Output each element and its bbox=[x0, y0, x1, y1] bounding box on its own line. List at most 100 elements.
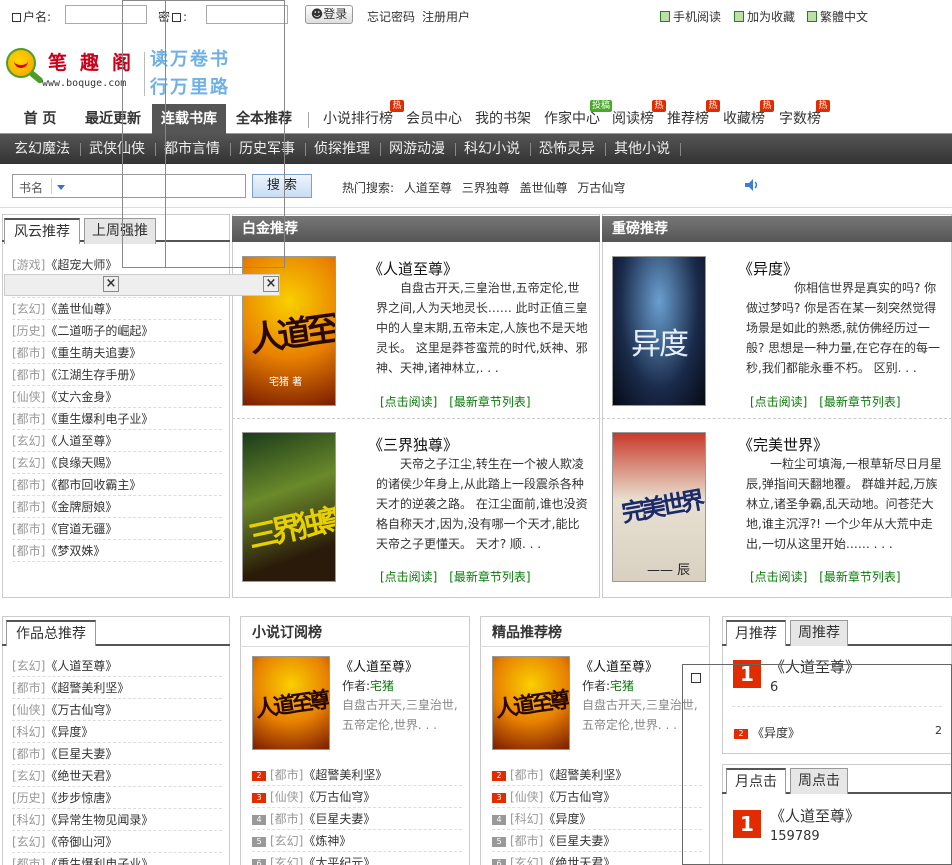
book-title[interactable]: 《异度》 bbox=[45, 725, 93, 739]
read-link[interactable]: [点击阅读] bbox=[380, 395, 437, 409]
book-title[interactable]: 《完美世界》 bbox=[738, 434, 828, 455]
book-title[interactable]: 《重生萌夫追妻》 bbox=[45, 346, 141, 360]
cat-zhentan[interactable]: 侦探推理 bbox=[314, 134, 370, 164]
register-link[interactable]: 注册用户 bbox=[422, 8, 470, 25]
list-item[interactable]: [历史]《步步惊唐》 bbox=[12, 787, 222, 809]
book-title[interactable]: 《重生爆利电子业》 bbox=[45, 412, 153, 426]
nav-member[interactable]: 会员中心 bbox=[404, 104, 464, 134]
book-title[interactable]: 《江湖生存手册》 bbox=[45, 368, 141, 382]
book-title[interactable]: 《巨星夫妻》 bbox=[45, 747, 117, 761]
nav-favorite-rank[interactable]: 收藏榜热 bbox=[720, 100, 774, 134]
book-title[interactable]: 《万古仙穹》 bbox=[543, 790, 615, 804]
hot-search-link[interactable]: 人道至尊 bbox=[404, 181, 452, 195]
book-title[interactable]: 《都市回收霸主》 bbox=[45, 478, 141, 492]
read-link[interactable]: [点击阅读] bbox=[380, 570, 437, 584]
forgot-password-link[interactable]: 忘记密码 bbox=[367, 8, 415, 25]
cat-qita[interactable]: 其他小说 bbox=[614, 134, 670, 164]
cat-kongbu[interactable]: 恐怖灵异 bbox=[539, 134, 595, 164]
book-title[interactable]: 《二道呖子的崛起》 bbox=[45, 324, 153, 338]
list-item[interactable]: 6 [玄幻]《太平纪元》 bbox=[252, 852, 462, 865]
book-title[interactable]: 《帝御山河》 bbox=[45, 835, 117, 849]
book-title[interactable]: 《巨星夫妻》 bbox=[543, 834, 615, 848]
chapter-list-link[interactable]: [最新章节列表] bbox=[819, 570, 900, 584]
book-title[interactable]: 《丈六金身》 bbox=[45, 390, 117, 404]
close-icon[interactable]: × bbox=[263, 276, 279, 292]
book-cover[interactable]: 完美世界 —— 辰 东 bbox=[612, 432, 706, 582]
book-cover[interactable]: 异度 bbox=[612, 256, 706, 406]
list-item[interactable]: [都市]《超警美利坚》 bbox=[12, 677, 222, 699]
list-item[interactable]: [玄幻]《盖世仙尊》 bbox=[12, 298, 222, 320]
login-button[interactable]: ☻登录 bbox=[305, 5, 353, 24]
list-item[interactable]: 5 [都市]《巨星夫妻》 bbox=[492, 830, 702, 852]
nav-read-rank[interactable]: 阅读榜热 bbox=[610, 100, 666, 134]
list-item[interactable]: [都市]《重生爆利电子业》 bbox=[12, 853, 222, 865]
book-title[interactable]: 《人道至尊》 bbox=[45, 659, 117, 673]
book-title[interactable]: 《人道至尊》 bbox=[368, 258, 458, 279]
hot-search-link[interactable]: 盖世仙尊 bbox=[520, 181, 568, 195]
list-item[interactable]: 3 [仙侠]《万古仙穹》 bbox=[252, 786, 462, 808]
cat-kehuan[interactable]: 科幻小说 bbox=[464, 134, 520, 164]
book-title[interactable]: 《异度》 bbox=[543, 812, 591, 826]
tab-fengyun[interactable]: 风云推荐 bbox=[4, 218, 80, 244]
list-item[interactable]: [仙侠]《丈六金身》 bbox=[12, 386, 222, 408]
chapter-list-link[interactable]: [最新章节列表] bbox=[819, 395, 900, 409]
read-link[interactable]: [点击阅读] bbox=[750, 570, 807, 584]
hot-search-link[interactable]: 万古仙穹 bbox=[577, 181, 625, 195]
list-item[interactable]: [都市]《金牌厨娘》 bbox=[12, 496, 222, 518]
book-title[interactable]: 《太平纪元》 bbox=[303, 856, 375, 865]
list-item[interactable]: [都市]《官道无疆》 bbox=[12, 518, 222, 540]
list-item[interactable]: 6 [玄幻]《绝世天君》 bbox=[492, 852, 702, 865]
book-title[interactable]: 《万古仙穹》 bbox=[45, 703, 117, 717]
list-item[interactable]: 5 [玄幻]《炼神》 bbox=[252, 830, 462, 852]
chevron-down-icon[interactable] bbox=[57, 185, 65, 190]
book-title[interactable]: 《官道无疆》 bbox=[45, 522, 117, 536]
tab-works[interactable]: 作品总推荐 bbox=[6, 620, 96, 646]
list-item[interactable]: [玄幻]《良缘天赐》 bbox=[12, 452, 222, 474]
nav-bookshelf[interactable]: 我的书架 bbox=[472, 104, 534, 134]
cat-wangyou[interactable]: 网游动漫 bbox=[389, 134, 445, 164]
chapter-list-link[interactable]: [最新章节列表] bbox=[449, 570, 530, 584]
nav-rank[interactable]: 小说排行榜热 bbox=[320, 100, 404, 134]
speaker-icon[interactable] bbox=[744, 178, 760, 192]
book-title[interactable]: 《异常生物见闻录》 bbox=[45, 813, 153, 827]
list-item[interactable]: [都市]《巨星夫妻》 bbox=[12, 743, 222, 765]
list-item[interactable]: [历史]《二道呖子的崛起》 bbox=[12, 320, 222, 342]
book-cover[interactable]: 三界独尊 bbox=[242, 432, 336, 582]
chapter-list-link[interactable]: [最新章节列表] bbox=[449, 395, 530, 409]
mobile-read-link[interactable]: 手机阅读 bbox=[660, 8, 721, 25]
book-title[interactable]: 《人道至尊》 bbox=[580, 656, 658, 675]
book-title[interactable]: 《异度》 bbox=[738, 258, 798, 279]
list-item[interactable]: [玄幻]《绝世天君》 bbox=[12, 765, 222, 787]
read-link[interactable]: [点击阅读] bbox=[750, 395, 807, 409]
book-title[interactable]: 《人道至尊》 bbox=[340, 656, 418, 675]
list-item[interactable]: 3 [仙侠]《万古仙穹》 bbox=[492, 786, 702, 808]
list-item[interactable]: [都市]《重生爆利电子业》 bbox=[12, 408, 222, 430]
list-item[interactable]: 2 [都市]《超警美利坚》 bbox=[252, 764, 462, 786]
nav-home[interactable]: 首 页 bbox=[10, 104, 70, 134]
book-cover[interactable]: 人道至尊 bbox=[492, 656, 570, 750]
list-item[interactable]: [都市]《江湖生存手册》 bbox=[12, 364, 222, 386]
list-item[interactable]: [玄幻]《人道至尊》 bbox=[12, 430, 222, 452]
list-item[interactable]: [玄幻]《帝御山河》 bbox=[12, 831, 222, 853]
search-type-select[interactable]: 书名 bbox=[19, 179, 43, 196]
book-title[interactable]: 《三界独尊》 bbox=[368, 434, 458, 455]
list-item[interactable]: 4 [都市]《巨星夫妻》 bbox=[252, 808, 462, 830]
book-title[interactable]: 《绝世天君》 bbox=[543, 856, 615, 865]
nav-words-rank[interactable]: 字数榜热 bbox=[776, 100, 830, 134]
book-title[interactable]: 《重生爆利电子业》 bbox=[45, 857, 153, 865]
book-title[interactable]: 《巨星夫妻》 bbox=[303, 812, 375, 826]
nav-author[interactable]: 作家中心 投稿 bbox=[542, 100, 612, 134]
tab-week-recommend[interactable]: 周推荐 bbox=[790, 620, 848, 646]
nav-recommend-rank[interactable]: 推荐榜热 bbox=[664, 100, 720, 134]
traditional-chinese-link[interactable]: 繁體中文 bbox=[807, 8, 868, 25]
book-title[interactable]: 《绝世天君》 bbox=[45, 769, 117, 783]
list-item[interactable]: [科幻]《异度》 bbox=[12, 721, 222, 743]
book-title[interactable]: 《超宠大师》 bbox=[45, 258, 117, 272]
add-favorite-link[interactable]: 加为收藏 bbox=[734, 8, 795, 25]
book-title[interactable]: 《梦双姝》 bbox=[45, 544, 105, 558]
list-item[interactable]: 4 [科幻]《异度》 bbox=[492, 808, 702, 830]
list-item[interactable]: [都市]《梦双姝》 bbox=[12, 540, 222, 562]
list-item[interactable]: [玄幻]《人道至尊》 bbox=[12, 655, 222, 677]
cat-xuanhuan[interactable]: 玄幻魔法 bbox=[14, 134, 70, 164]
list-item[interactable]: [都市]《都市回收霸主》 bbox=[12, 474, 222, 496]
